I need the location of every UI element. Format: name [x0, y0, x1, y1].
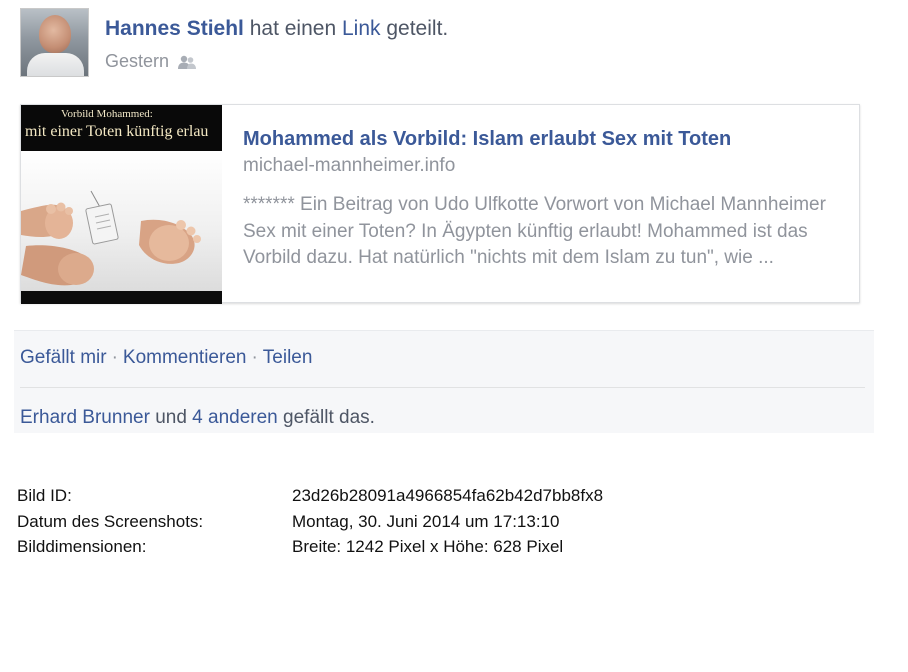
action-separator: ·	[111, 347, 118, 368]
shared-link-card[interactable]: Vorbild Mohammed: mit einer Toten künfti…	[20, 104, 860, 304]
post-meta: Gestern	[105, 51, 197, 72]
likes-suffix: gefällt das.	[283, 407, 375, 428]
info-value: Breite: 1242 Pixel x Höhe: 628 Pixel	[292, 537, 564, 556]
action-text-post: geteilt.	[386, 17, 449, 40]
screenshot-info: Bild ID: 23d26b28091a4966854fa62b42d7bb8…	[17, 483, 603, 560]
likes-summary: Erhard Brunner und 4 anderen gefällt das…	[20, 407, 375, 429]
action-bar: Gefällt mir · Kommentieren · Teilen	[20, 347, 312, 369]
post-timestamp[interactable]: Gestern	[105, 51, 169, 72]
link-card-text: Mohammed als Vorbild: Islam erlaubt Sex …	[243, 125, 843, 272]
link-domain: michael-mannheimer.info	[243, 155, 456, 176]
shared-link-word[interactable]: Link	[342, 17, 381, 40]
info-row: Bilddimensionen: Breite: 1242 Pixel x Hö…	[17, 534, 603, 560]
thumbnail-caption-top: Vorbild Mohammed:	[61, 108, 153, 120]
thumbnail-feet-illustration	[21, 190, 201, 286]
liker-name-link[interactable]: Erhard Brunner	[20, 407, 150, 428]
link-title[interactable]: Mohammed als Vorbild: Islam erlaubt Sex …	[243, 125, 843, 153]
actions-divider	[20, 387, 865, 388]
info-label: Bild ID:	[17, 486, 72, 505]
link-thumbnail[interactable]: Vorbild Mohammed: mit einer Toten künfti…	[21, 105, 222, 304]
info-value: Montag, 30. Juni 2014 um 17:13:10	[292, 511, 560, 531]
comment-button[interactable]: Kommentieren	[123, 347, 247, 368]
avatar-shirt	[27, 53, 84, 76]
action-text-pre: hat einen	[249, 17, 337, 40]
likes-connector: und	[155, 407, 187, 428]
author-name-link[interactable]: Hannes Stiehl	[105, 17, 244, 40]
link-description: ******* Ein Beitrag von Udo Ulfkotte Vor…	[243, 194, 826, 268]
thumbnail-caption-main: mit einer Toten künftig erlau	[25, 123, 209, 140]
like-button[interactable]: Gefällt mir	[20, 347, 107, 368]
info-row: Datum des Screenshots: Montag, 30. Juni …	[17, 509, 603, 535]
other-likers-link[interactable]: 4 anderen	[192, 407, 278, 428]
post-header: Hannes Stiehl hat einen Link geteilt.	[105, 17, 448, 41]
info-label: Datum des Screenshots:	[17, 511, 204, 531]
info-row: Bild ID: 23d26b28091a4966854fa62b42d7bb8…	[17, 483, 603, 509]
action-separator: ·	[251, 347, 258, 368]
info-label: Bilddimensionen:	[17, 537, 147, 556]
share-button[interactable]: Teilen	[263, 347, 313, 368]
author-avatar[interactable]	[20, 8, 89, 77]
friends-icon[interactable]	[177, 54, 197, 70]
avatar-face	[39, 15, 71, 53]
thumbnail-bottom-band	[21, 291, 222, 304]
info-value: 23d26b28091a4966854fa62b42d7bb8fx8	[292, 486, 604, 505]
post-actions-panel: Gefällt mir · Kommentieren · Teilen Erhard B…	[14, 330, 874, 433]
